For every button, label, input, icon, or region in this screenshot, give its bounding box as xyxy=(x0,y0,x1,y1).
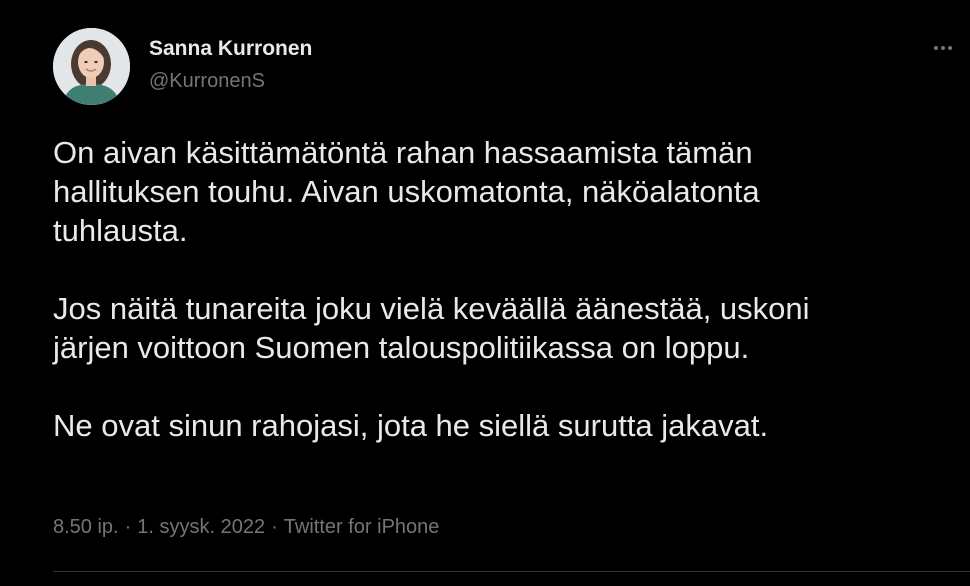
tweet-paragraph: Jos näitä tunareita joku vielä keväällä … xyxy=(53,291,810,365)
tweet-time[interactable]: 8.50 ip. xyxy=(53,516,119,539)
avatar-image xyxy=(53,28,130,105)
meta-separator: · xyxy=(271,516,278,538)
author-name[interactable]: Sanna Kurronen xyxy=(149,37,312,61)
dot xyxy=(934,46,938,50)
meta-separator: · xyxy=(124,516,132,538)
dot xyxy=(948,46,952,50)
tweet-date[interactable]: 1. syysk. 2022 xyxy=(137,516,265,539)
tweet-paragraph: On aivan käsittämätöntä rahan hassaamist… xyxy=(53,135,760,248)
more-horizontal-icon[interactable] xyxy=(928,36,958,60)
tweet-paragraph: Ne ovat sinun rahojasi, jota he siellä s… xyxy=(53,408,769,443)
tweet-metadata: 8.50 ip. · 1. syysk. 2022 · Twitter for … xyxy=(53,516,439,539)
divider xyxy=(53,571,970,572)
dot xyxy=(941,46,945,50)
tweet-card: Sanna Kurronen @KurronenS On aivan käsit… xyxy=(0,0,970,586)
author-avatar[interactable] xyxy=(53,28,130,105)
author-handle[interactable]: @KurronenS xyxy=(149,70,265,93)
tweet-source[interactable]: Twitter for iPhone xyxy=(284,516,440,539)
tweet-text: On aivan käsittämätöntä rahan hassaamist… xyxy=(53,133,958,445)
